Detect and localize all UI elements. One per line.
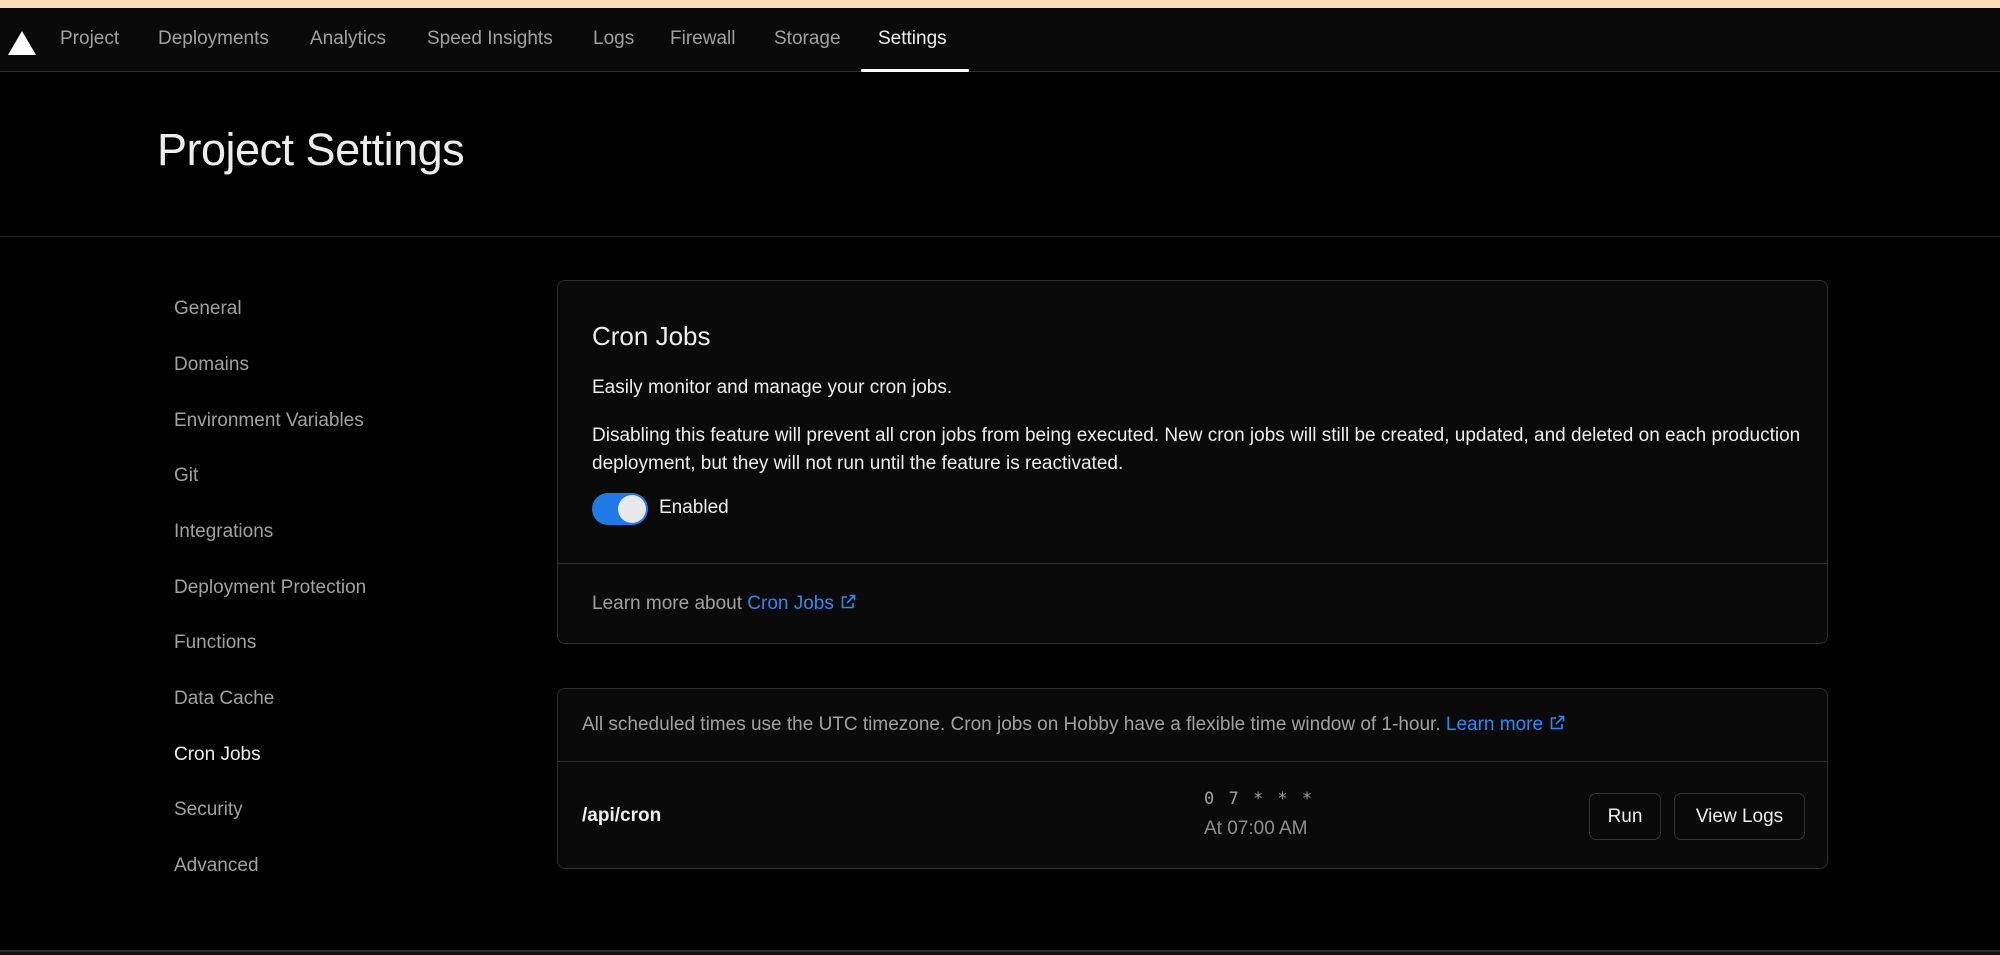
top-banner-strip <box>0 0 2000 8</box>
timezone-info-text: All scheduled times use the UTC timezone… <box>582 714 1446 735</box>
tab-firewall[interactable]: Firewall <box>670 28 735 50</box>
cron-jobs-docs-link[interactable]: Cron Jobs <box>747 593 856 614</box>
external-link-icon <box>841 594 856 609</box>
sidebar-item-cron-jobs[interactable]: Cron Jobs <box>174 744 261 766</box>
cron-schedule-description: At 07:00 AM <box>1204 818 1308 839</box>
cron-job-path: /api/cron <box>582 805 662 826</box>
active-tab-indicator <box>861 69 969 72</box>
page-title: Project Settings <box>157 124 465 175</box>
card-title: Cron Jobs <box>592 321 711 351</box>
sidebar-item-git[interactable]: Git <box>174 465 198 487</box>
tab-speed-insights[interactable]: Speed Insights <box>427 28 553 50</box>
sidebar-item-deployment-protection[interactable]: Deployment Protection <box>174 577 366 599</box>
cron-jobs-list-card: All scheduled times use the UTC timezone… <box>557 688 1828 869</box>
toggle-label: Enabled <box>659 497 729 518</box>
sidebar-item-functions[interactable]: Functions <box>174 632 256 654</box>
top-navigation: Project Deployments Analytics Speed Insi… <box>0 8 2000 72</box>
learn-more-prefix: Learn more about <box>592 593 748 614</box>
tab-logs[interactable]: Logs <box>593 28 634 50</box>
card-divider <box>558 563 1827 564</box>
cron-jobs-enabled-toggle[interactable] <box>592 493 648 525</box>
learn-more-footer: Learn more about Cron Jobs <box>592 593 856 615</box>
external-link-icon <box>1550 715 1565 730</box>
sidebar-item-environment-variables[interactable]: Environment Variables <box>174 410 364 432</box>
tab-project[interactable]: Project <box>60 28 119 50</box>
vercel-triangle-icon[interactable] <box>8 31 36 55</box>
tab-deployments[interactable]: Deployments <box>158 28 269 50</box>
card-divider <box>558 761 1827 762</box>
sidebar-item-security[interactable]: Security <box>174 799 243 821</box>
toggle-knob <box>618 495 646 523</box>
card-paragraph: Disabling this feature will prevent all … <box>592 425 1801 474</box>
sidebar-item-integrations[interactable]: Integrations <box>174 521 273 543</box>
run-button[interactable]: Run <box>1589 793 1661 840</box>
learn-more-link[interactable]: Learn more <box>1446 714 1565 735</box>
timezone-info: All scheduled times use the UTC timezone… <box>582 714 1565 736</box>
cron-jobs-settings-card: Cron Jobs Easily monitor and manage your… <box>557 280 1828 644</box>
learn-more-link-label: Learn more <box>1445 714 1544 735</box>
card-description: Easily monitor and manage your cron jobs… <box>592 377 953 398</box>
view-logs-button[interactable]: View Logs <box>1674 793 1805 840</box>
tab-settings[interactable]: Settings <box>878 28 947 50</box>
sidebar-item-general[interactable]: General <box>174 298 242 320</box>
sidebar-item-domains[interactable]: Domains <box>174 354 249 376</box>
header-divider <box>0 236 2000 237</box>
tab-analytics[interactable]: Analytics <box>310 28 386 50</box>
cron-jobs-link-label: Cron Jobs <box>747 593 834 614</box>
cron-expression: 0 7 * * * <box>1204 789 1315 809</box>
sidebar-item-advanced[interactable]: Advanced <box>174 855 259 877</box>
sidebar-item-data-cache[interactable]: Data Cache <box>174 688 274 710</box>
tab-storage[interactable]: Storage <box>774 28 841 50</box>
